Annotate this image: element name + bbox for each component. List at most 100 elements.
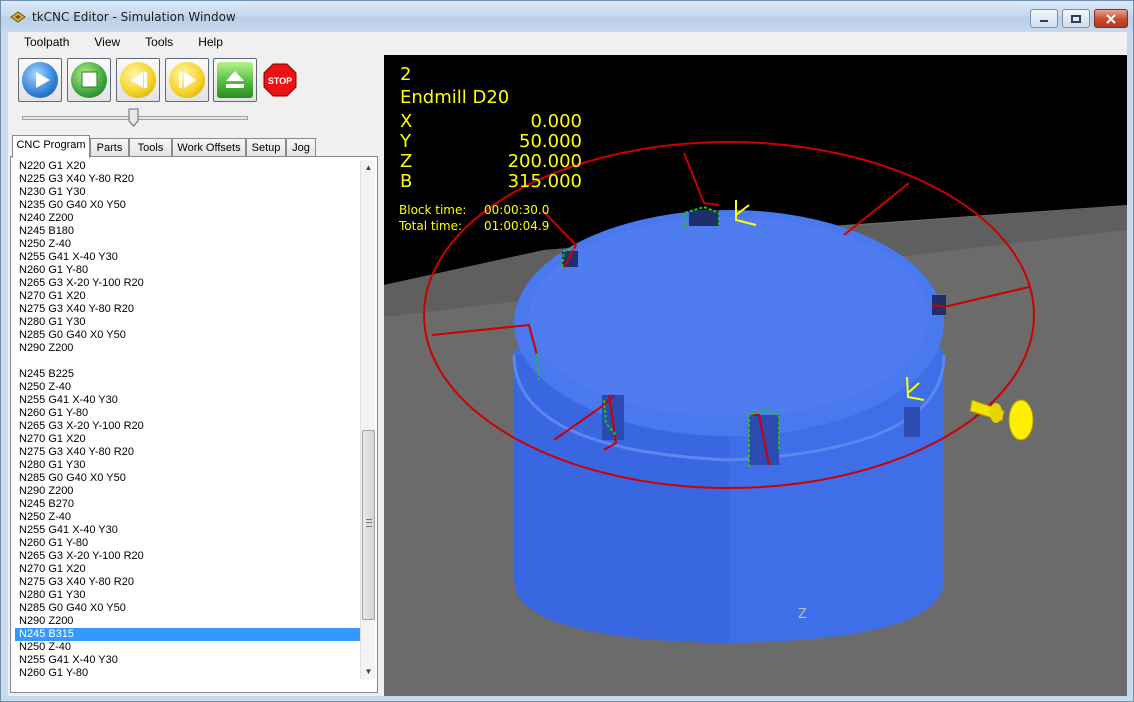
cnc-program-panel: N220 G1 X20 N225 G3 X40 Y-80 R20 N230 G1 Y… xyxy=(10,156,378,693)
program-line[interactable]: N250 Z-40 xyxy=(15,238,360,251)
program-line[interactable]: N270 G1 X20 xyxy=(15,290,360,303)
tab-setup[interactable]: Setup xyxy=(246,138,286,157)
left-panel: STOP CNC Program Parts Tools Work Offset… xyxy=(8,53,382,696)
stop-sign-button[interactable]: STOP xyxy=(263,63,297,97)
hud-axis-z: Z xyxy=(400,151,413,172)
program-line[interactable]: N245 B225 xyxy=(15,368,360,381)
program-line[interactable]: N265 G3 X-20 Y-100 R20 xyxy=(15,420,360,433)
step-back-icon xyxy=(131,72,147,88)
client-area: Toolpath View Tools Help STOP CNC Progra… xyxy=(8,32,1127,696)
program-line[interactable]: N290 Z200 xyxy=(15,342,360,355)
origin-axis-label: Z xyxy=(798,607,807,622)
program-line[interactable]: N275 G3 X40 Y-80 R20 xyxy=(15,446,360,459)
hud-value-y: 50.000 xyxy=(519,131,582,152)
program-line[interactable]: N240 Z200 xyxy=(15,212,360,225)
hud-total-time: 01:00:04.9 xyxy=(484,219,550,233)
program-line[interactable]: N290 Z200 xyxy=(15,485,360,498)
hud-value-z: 200.000 xyxy=(507,151,582,172)
program-line[interactable]: N285 G0 G40 X0 Y50 xyxy=(15,329,360,342)
menu-view[interactable]: View xyxy=(78,32,129,53)
program-line[interactable]: N270 G1 X20 xyxy=(15,433,360,446)
program-line[interactable]: N260 G1 Y-80 xyxy=(15,407,360,420)
hud-tool-number: 2 xyxy=(400,64,412,85)
menu-toolpath[interactable]: Toolpath xyxy=(8,32,78,53)
simulation-viewport[interactable]: 2 Endmill D20 X 0.000 Y 50.000 Z 200.000… xyxy=(384,55,1127,696)
tab-strip: CNC Program Parts Tools Work Offsets Set… xyxy=(8,135,382,158)
menu-help[interactable]: Help xyxy=(182,32,232,53)
eject-icon xyxy=(226,71,244,88)
program-line[interactable]: N245 B180 xyxy=(15,225,360,238)
program-line[interactable]: N225 G3 X40 Y-80 R20 xyxy=(15,173,360,186)
program-line[interactable]: N250 Z-40 xyxy=(15,511,360,524)
tab-parts[interactable]: Parts xyxy=(90,138,129,157)
hud-tool-name: Endmill D20 xyxy=(400,87,510,108)
program-scrollbar[interactable]: ▲ ▼ xyxy=(360,160,375,679)
title-bar[interactable]: tkCNC Editor - Simulation Window xyxy=(1,1,1133,32)
minimize-button[interactable] xyxy=(1030,9,1058,28)
menubar: Toolpath View Tools Help xyxy=(8,32,1127,53)
step-forward-icon xyxy=(179,72,196,88)
menu-tools[interactable]: Tools xyxy=(129,32,182,53)
program-line[interactable]: N245 B315 xyxy=(15,628,360,641)
hud-total-time-label: Total time: xyxy=(399,219,462,233)
stop-sign-label: STOP xyxy=(268,76,292,86)
program-line[interactable]: N285 G0 G40 X0 Y50 xyxy=(15,472,360,485)
program-listbox[interactable]: N220 G1 X20 N225 G3 X40 Y-80 R20 N230 G1 Y… xyxy=(15,160,360,680)
scroll-up-icon[interactable]: ▲ xyxy=(361,160,376,175)
program-line[interactable]: N260 G1 Y-80 xyxy=(15,264,360,277)
pocket-1 xyxy=(689,210,719,226)
program-line[interactable]: N250 Z-40 xyxy=(15,641,360,654)
program-line[interactable]: N230 G1 Y30 xyxy=(15,186,360,199)
hud-axis-x: X xyxy=(400,111,413,132)
play-button[interactable] xyxy=(18,58,62,102)
restore-icon xyxy=(1071,14,1081,23)
hud-block-time-label: Block time: xyxy=(399,203,467,217)
scroll-thumb[interactable] xyxy=(362,430,375,620)
maximize-button[interactable] xyxy=(1062,9,1090,28)
program-line[interactable]: N275 G3 X40 Y-80 R20 xyxy=(15,576,360,589)
program-line[interactable]: N255 G41 X-40 Y30 xyxy=(15,524,360,537)
program-line[interactable]: N255 G41 X-40 Y30 xyxy=(15,394,360,407)
app-window: tkCNC Editor - Simulation Window Toolpat… xyxy=(0,0,1134,702)
program-line[interactable]: N265 G3 X-20 Y-100 R20 xyxy=(15,277,360,290)
window-title: tkCNC Editor - Simulation Window xyxy=(32,10,236,24)
program-line[interactable] xyxy=(15,355,360,368)
step-back-button[interactable] xyxy=(116,58,160,102)
tab-tools[interactable]: Tools xyxy=(129,138,172,157)
close-button[interactable] xyxy=(1094,9,1128,28)
hud-axis-y: Y xyxy=(400,131,411,152)
program-line[interactable]: N265 G3 X-20 Y-100 R20 xyxy=(15,550,360,563)
program-line[interactable]: N280 G1 Y30 xyxy=(15,589,360,602)
program-line[interactable]: N260 G1 Y-80 xyxy=(15,537,360,550)
program-line[interactable]: N220 G1 X20 xyxy=(15,160,360,173)
stop-sim-button[interactable] xyxy=(67,58,111,102)
program-line[interactable]: N245 B270 xyxy=(15,498,360,511)
program-line[interactable]: N235 G0 G40 X0 Y50 xyxy=(15,199,360,212)
hud-axis-b: B xyxy=(400,171,413,192)
eject-button[interactable] xyxy=(213,58,257,102)
program-line[interactable]: N290 Z200 xyxy=(15,615,360,628)
part-top-highlight xyxy=(529,217,929,417)
hud-block-time: 00:00:30.0 xyxy=(484,203,550,217)
program-line[interactable]: N250 Z-40 xyxy=(15,381,360,394)
square-stop-icon xyxy=(81,71,98,88)
step-forward-button[interactable] xyxy=(165,58,209,102)
program-line[interactable]: N260 G1 Y-80 xyxy=(15,667,360,680)
play-icon xyxy=(36,72,50,88)
program-line[interactable]: N280 G1 Y30 xyxy=(15,459,360,472)
scroll-down-icon[interactable]: ▼ xyxy=(361,664,376,679)
speed-slider-thumb[interactable] xyxy=(128,108,139,127)
program-line[interactable]: N275 G3 X40 Y-80 R20 xyxy=(15,303,360,316)
tab-work-offsets[interactable]: Work Offsets xyxy=(172,138,246,157)
program-line[interactable]: N280 G1 Y30 xyxy=(15,316,360,329)
program-line[interactable]: N255 G41 X-40 Y30 xyxy=(15,251,360,264)
hud-value-x: 0.000 xyxy=(530,111,582,132)
program-line[interactable]: N255 G41 X-40 Y30 xyxy=(15,654,360,667)
close-icon xyxy=(1106,13,1116,24)
app-icon xyxy=(10,11,26,23)
program-line[interactable]: N270 G1 X20 xyxy=(15,563,360,576)
program-line[interactable]: N285 G0 G40 X0 Y50 xyxy=(15,602,360,615)
pocket-4 xyxy=(904,407,920,437)
tab-jog[interactable]: Jog xyxy=(286,138,316,157)
tab-cnc-program[interactable]: CNC Program xyxy=(12,135,90,158)
